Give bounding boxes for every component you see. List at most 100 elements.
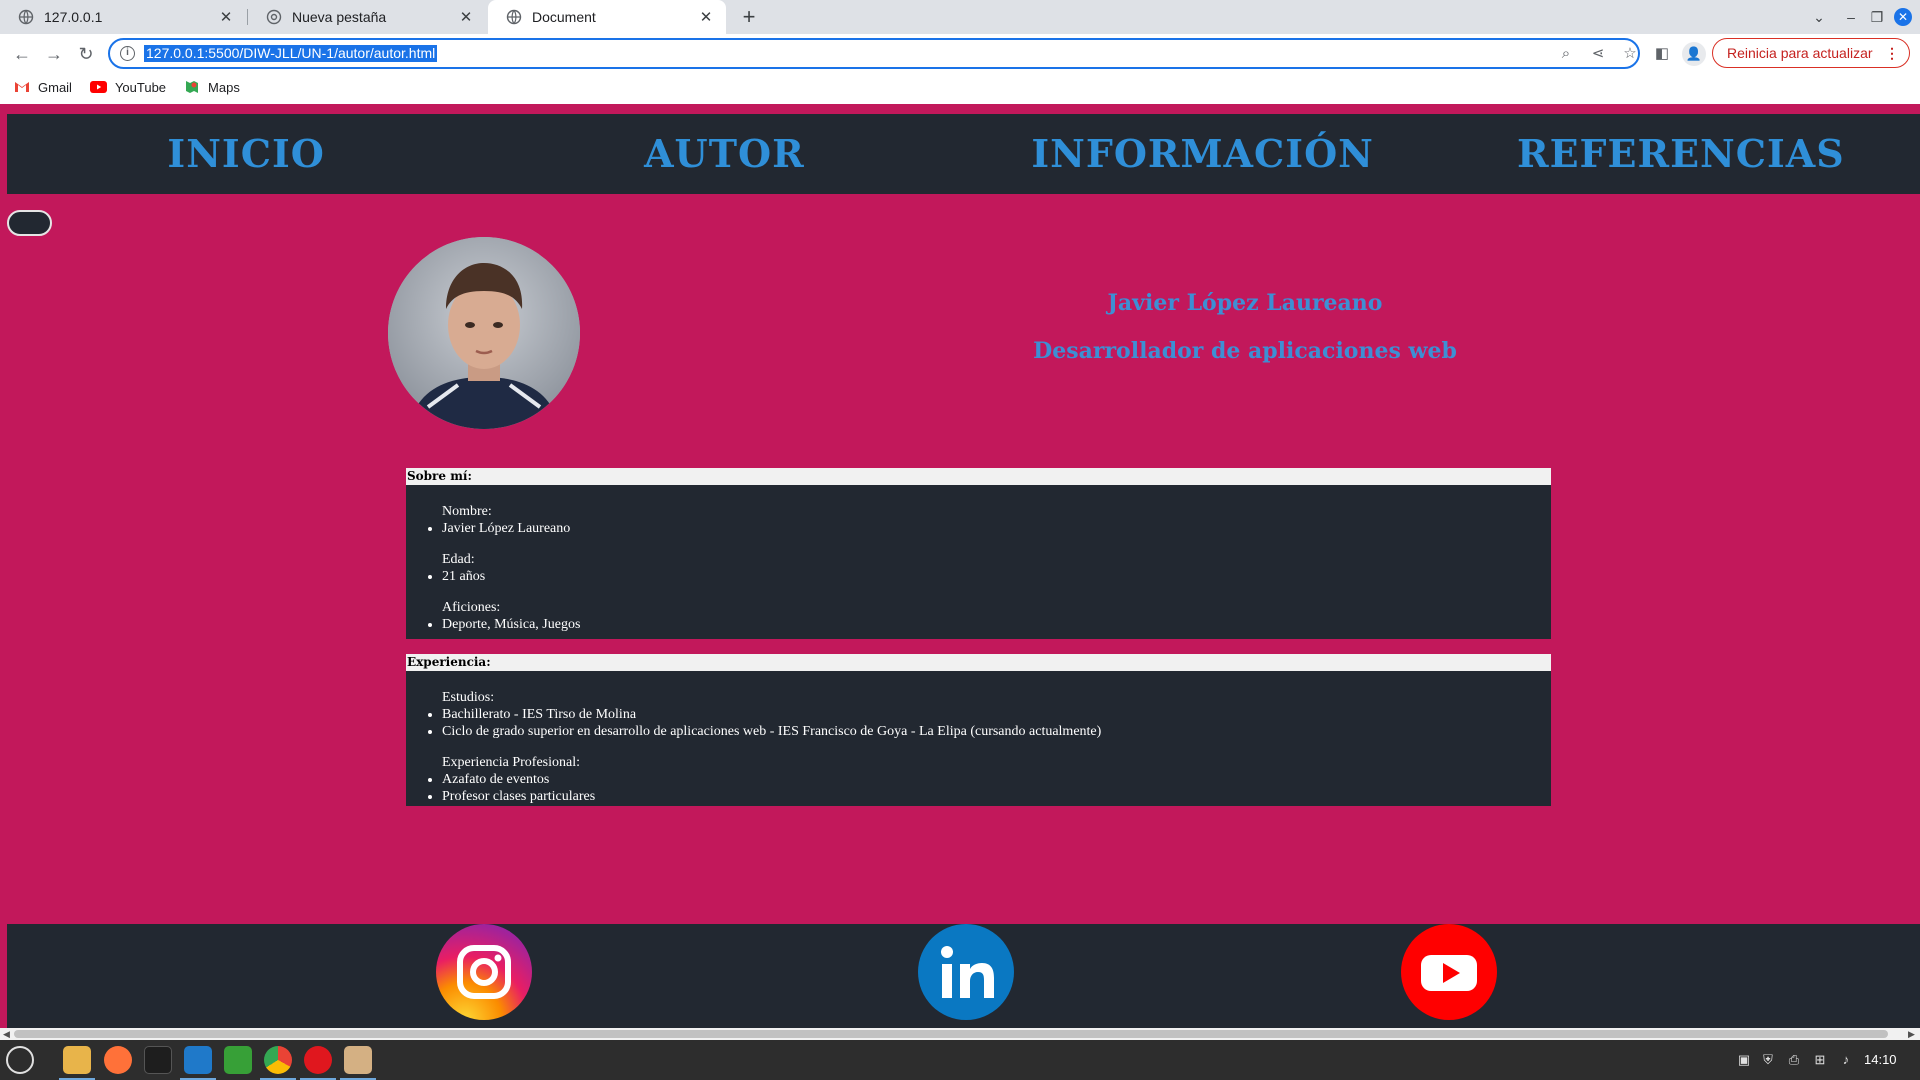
instagram-icon — [436, 924, 532, 1020]
clock[interactable]: 14:10 — [1864, 1040, 1897, 1080]
restore-icon[interactable]: ❐ — [1866, 6, 1888, 28]
about-heading: Sobre mí: — [406, 468, 1551, 485]
list-item: Profesor clases particulares — [442, 788, 1551, 805]
opera-icon[interactable] — [300, 1046, 336, 1080]
side-panel-icon[interactable]: ◧ — [1650, 42, 1674, 66]
update-button[interactable]: Reinicia para actualizar ⋮ — [1712, 38, 1910, 68]
horizontal-scrollbar[interactable]: ◀ ▶ — [0, 1028, 1920, 1040]
minimize-icon[interactable]: – — [1840, 6, 1862, 28]
bookmark-label: Maps — [208, 79, 240, 95]
mint-menu-icon[interactable] — [6, 1046, 34, 1074]
about-group-edad: Edad: 21 años — [442, 551, 1551, 585]
experience-group-estudios: Estudios: Bachillerato - IES Tirso de Mo… — [442, 689, 1551, 740]
globe-icon — [18, 9, 34, 25]
chrome-icon[interactable] — [260, 1046, 296, 1080]
address-bar[interactable]: i 127.0.0.1:5500/DIW-JLL/UN-1/autor/auto… — [108, 38, 1640, 69]
bookmarks-bar: Gmail YouTube Maps — [0, 74, 1920, 100]
close-icon[interactable]: ✕ — [698, 8, 714, 26]
nav-link-inicio[interactable]: INICIO — [7, 114, 485, 194]
bookmark-label: YouTube — [114, 79, 167, 95]
star-icon[interactable]: ☆ — [1620, 44, 1640, 64]
youtube-icon — [89, 81, 107, 93]
nav-link-informacion[interactable]: INFORMACIÓN — [964, 114, 1442, 194]
shield-icon[interactable]: ⛨ — [1760, 1052, 1776, 1068]
tab-strip: 127.0.0.1 ✕ Nueva pestaña ✕ Document ✕ +… — [0, 0, 1920, 34]
share-icon[interactable]: ⋖ — [1588, 44, 1608, 64]
back-icon[interactable]: ← — [10, 42, 34, 66]
scroll-left-icon[interactable]: ◀ — [3, 1028, 10, 1040]
window-close-icon[interactable]: ✕ — [1894, 8, 1912, 26]
tab-title: Nueva pestaña — [292, 9, 387, 25]
new-tab-button[interactable]: + — [736, 4, 762, 30]
about-group-aficiones: Aficiones: Deporte, Música, Juegos — [442, 599, 1551, 633]
maps-icon — [186, 81, 199, 93]
theme-toggle[interactable] — [7, 210, 52, 236]
page-viewport: INICIO AUTOR INFORMACIÓN REFERENCIAS Jav… — [0, 104, 1920, 1028]
group-title: Edad: — [442, 552, 475, 567]
archive-icon[interactable] — [340, 1046, 376, 1080]
tab-2[interactable]: Nueva pestaña ✕ — [248, 0, 486, 34]
group-title: Estudios: — [442, 690, 495, 705]
files-icon[interactable] — [59, 1046, 95, 1080]
tab-search-icon[interactable]: ⌄ — [1808, 6, 1830, 28]
bookmark-gmail[interactable]: Gmail — [14, 80, 72, 95]
tab-3[interactable]: Document ✕ — [488, 0, 726, 34]
chrome-icon — [266, 9, 282, 25]
vscode-icon[interactable] — [180, 1046, 216, 1080]
browser-toolbar: ← → ↻ i 127.0.0.1:5500/DIW-JLL/UN-1/auto… — [0, 34, 1920, 104]
clipboard-icon[interactable]: ▣ — [1736, 1052, 1752, 1068]
linkedin-link[interactable] — [918, 924, 1014, 1020]
taskbar: ▣ ⛨ ⎙ ⊞ ♪ 14:10 — [0, 1040, 1920, 1080]
about-card: Sobre mí: Nombre: Javier López Laureano … — [406, 468, 1551, 639]
list-item: 21 años — [442, 568, 1551, 585]
list-item: Ciclo de grado superior en desarrollo de… — [442, 723, 1551, 740]
about-group-nombre: Nombre: Javier López Laureano — [442, 503, 1551, 537]
gmail-icon — [15, 82, 29, 92]
experience-card: Experiencia: Estudios: Bachillerato - IE… — [406, 654, 1551, 806]
profile-photo — [388, 237, 580, 429]
avatar — [388, 237, 580, 429]
instagram-link[interactable] — [436, 924, 532, 1020]
tab-title: Document — [532, 9, 596, 25]
close-icon[interactable]: ✕ — [218, 8, 234, 26]
experience-body: Estudios: Bachillerato - IES Tirso de Mo… — [406, 671, 1551, 805]
bookmark-label: Gmail — [38, 79, 72, 95]
url-text[interactable]: 127.0.0.1:5500/DIW-JLL/UN-1/autor/autor.… — [144, 45, 438, 62]
nav-link-autor[interactable]: AUTOR — [485, 114, 963, 194]
menu-dots-icon[interactable]: ⋮ — [1885, 39, 1899, 67]
list-item: Deporte, Música, Juegos — [442, 616, 1551, 633]
zoom-icon[interactable]: ⌕ — [1556, 44, 1576, 64]
close-icon[interactable]: ✕ — [458, 8, 474, 26]
nav-link-referencias[interactable]: REFERENCIAS — [1442, 114, 1920, 194]
author-role: Desarrollador de aplicaciones web — [1033, 338, 1457, 364]
site-info-icon[interactable]: i — [120, 46, 135, 61]
about-body: Nombre: Javier López Laureano Edad: 21 a… — [406, 485, 1551, 633]
group-title: Experiencia Profesional: — [442, 755, 581, 770]
printer-icon[interactable]: ⎙ — [1786, 1052, 1802, 1068]
forward-icon[interactable]: → — [42, 42, 66, 66]
reload-icon[interactable]: ↻ — [74, 42, 98, 66]
bookmark-youtube[interactable]: YouTube — [89, 79, 167, 95]
list-item: Azafato de eventos — [442, 771, 1551, 788]
globe-icon — [506, 9, 522, 25]
group-title: Aficiones: — [442, 600, 501, 615]
experience-heading: Experiencia: — [406, 654, 1551, 671]
experience-group-profesional: Experiencia Profesional: Azafato de even… — [442, 754, 1551, 805]
linkedin-icon — [918, 924, 1014, 1020]
author-name: Javier López Laureano — [1107, 290, 1383, 316]
profile-icon[interactable]: 👤 — [1682, 42, 1706, 66]
scrollbar-thumb[interactable] — [14, 1030, 1888, 1038]
main-nav: INICIO AUTOR INFORMACIÓN REFERENCIAS — [7, 114, 1920, 194]
footer — [7, 924, 1920, 1028]
firefox-icon[interactable] — [104, 1046, 132, 1074]
volume-icon[interactable]: ♪ — [1838, 1052, 1854, 1068]
vpn-shield-icon[interactable] — [224, 1046, 252, 1074]
terminal-icon[interactable] — [144, 1046, 172, 1074]
youtube-link[interactable] — [1401, 924, 1497, 1020]
tab-1[interactable]: 127.0.0.1 ✕ — [0, 0, 246, 34]
list-item: Bachillerato - IES Tirso de Molina — [442, 706, 1551, 723]
list-item: Javier López Laureano — [442, 520, 1551, 537]
network-icon[interactable]: ⊞ — [1812, 1052, 1828, 1068]
bookmark-maps[interactable]: Maps — [184, 79, 240, 95]
scroll-right-icon[interactable]: ▶ — [1908, 1028, 1915, 1040]
